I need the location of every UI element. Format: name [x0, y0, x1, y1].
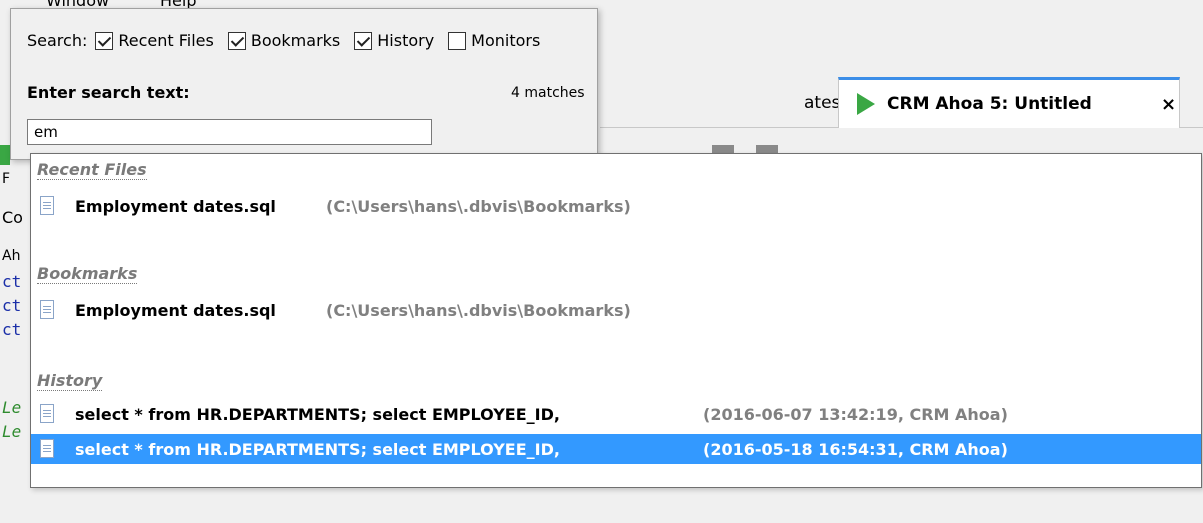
match-count: 4 matches — [511, 85, 585, 101]
tab-label: CRM Ahoa 5: Untitled — [887, 94, 1092, 114]
checkbox-checked-icon[interactable] — [354, 31, 373, 50]
document-icon — [40, 196, 54, 215]
checkbox-label: Recent Files — [118, 31, 214, 50]
result-detail: (C:\Users\hans\.dbvis\Bookmarks) — [326, 196, 631, 216]
search-scope-row: Search: Recent Files Bookmarks History M… — [27, 31, 554, 50]
checkbox-checked-icon[interactable] — [95, 31, 114, 50]
toolbar-button-stub[interactable] — [756, 145, 778, 153]
checkbox-label: Monitors — [471, 31, 541, 50]
code-line: ct — [2, 320, 22, 339]
editor-tab-strip: ates.sql × CRM Ahoa 5: Untitled × — [600, 77, 1203, 128]
tab-crm-ahoa-untitled[interactable]: CRM Ahoa 5: Untitled × — [838, 77, 1180, 128]
partial-label: Ah — [2, 248, 21, 264]
search-scope-label: Search: — [27, 31, 88, 50]
checkbox-label: Bookmarks — [250, 31, 341, 50]
result-title: select * from HR.DEPARTMENTS; select EMP… — [75, 439, 560, 459]
result-detail: (2016-06-07 13:42:19, CRM Ahoa) — [703, 404, 1008, 424]
result-item[interactable]: select * from HR.DEPARTMENTS; select EMP… — [31, 399, 1201, 429]
checkbox-checked-icon[interactable] — [227, 31, 246, 50]
checkbox-recent-files[interactable]: Recent Files — [95, 31, 214, 50]
search-panel: Search: Recent Files Bookmarks History M… — [10, 8, 598, 160]
result-title: Employment dates.sql — [75, 300, 276, 320]
checkbox-label: History — [377, 31, 435, 50]
checkbox-history[interactable]: History — [354, 31, 434, 50]
document-icon — [40, 439, 54, 458]
checkbox-monitors[interactable]: Monitors — [448, 31, 540, 50]
toolbar-button-stub[interactable] — [712, 145, 734, 153]
result-title: select * from HR.DEPARTMENTS; select EMP… — [75, 404, 560, 424]
group-heading-recent-files: Recent Files — [37, 160, 147, 180]
document-icon — [40, 300, 54, 319]
group-heading-history: History — [37, 371, 103, 391]
checkbox-unchecked-icon[interactable] — [448, 31, 467, 50]
partial-label: F — [2, 171, 11, 187]
tab-close-icon[interactable]: × — [1161, 94, 1176, 115]
result-item[interactable]: Employment dates.sql (C:\Users\hans\.dbv… — [31, 191, 1201, 221]
code-comment-line: Le — [2, 422, 22, 441]
code-line: ct — [2, 272, 22, 291]
play-icon — [857, 93, 875, 115]
code-line: ct — [2, 296, 22, 315]
document-icon — [40, 404, 54, 423]
result-detail: (C:\Users\hans\.dbvis\Bookmarks) — [326, 300, 631, 320]
result-item-selected[interactable]: select * from HR.DEPARTMENTS; select EMP… — [31, 434, 1201, 464]
group-heading-bookmarks: Bookmarks — [37, 264, 138, 284]
result-title: Employment dates.sql — [75, 196, 276, 216]
checkbox-bookmarks[interactable]: Bookmarks — [227, 31, 341, 50]
partial-label: Co — [2, 208, 23, 227]
code-comment-line: Le — [2, 398, 22, 417]
search-prompt-label: Enter search text: — [27, 83, 190, 102]
search-input[interactable] — [27, 119, 432, 145]
result-detail: (2016-05-18 16:54:31, CRM Ahoa) — [703, 439, 1008, 459]
result-item[interactable]: Employment dates.sql (C:\Users\hans\.dbv… — [31, 295, 1201, 325]
search-results-list: Recent Files Employment dates.sql (C:\Us… — [30, 153, 1202, 488]
